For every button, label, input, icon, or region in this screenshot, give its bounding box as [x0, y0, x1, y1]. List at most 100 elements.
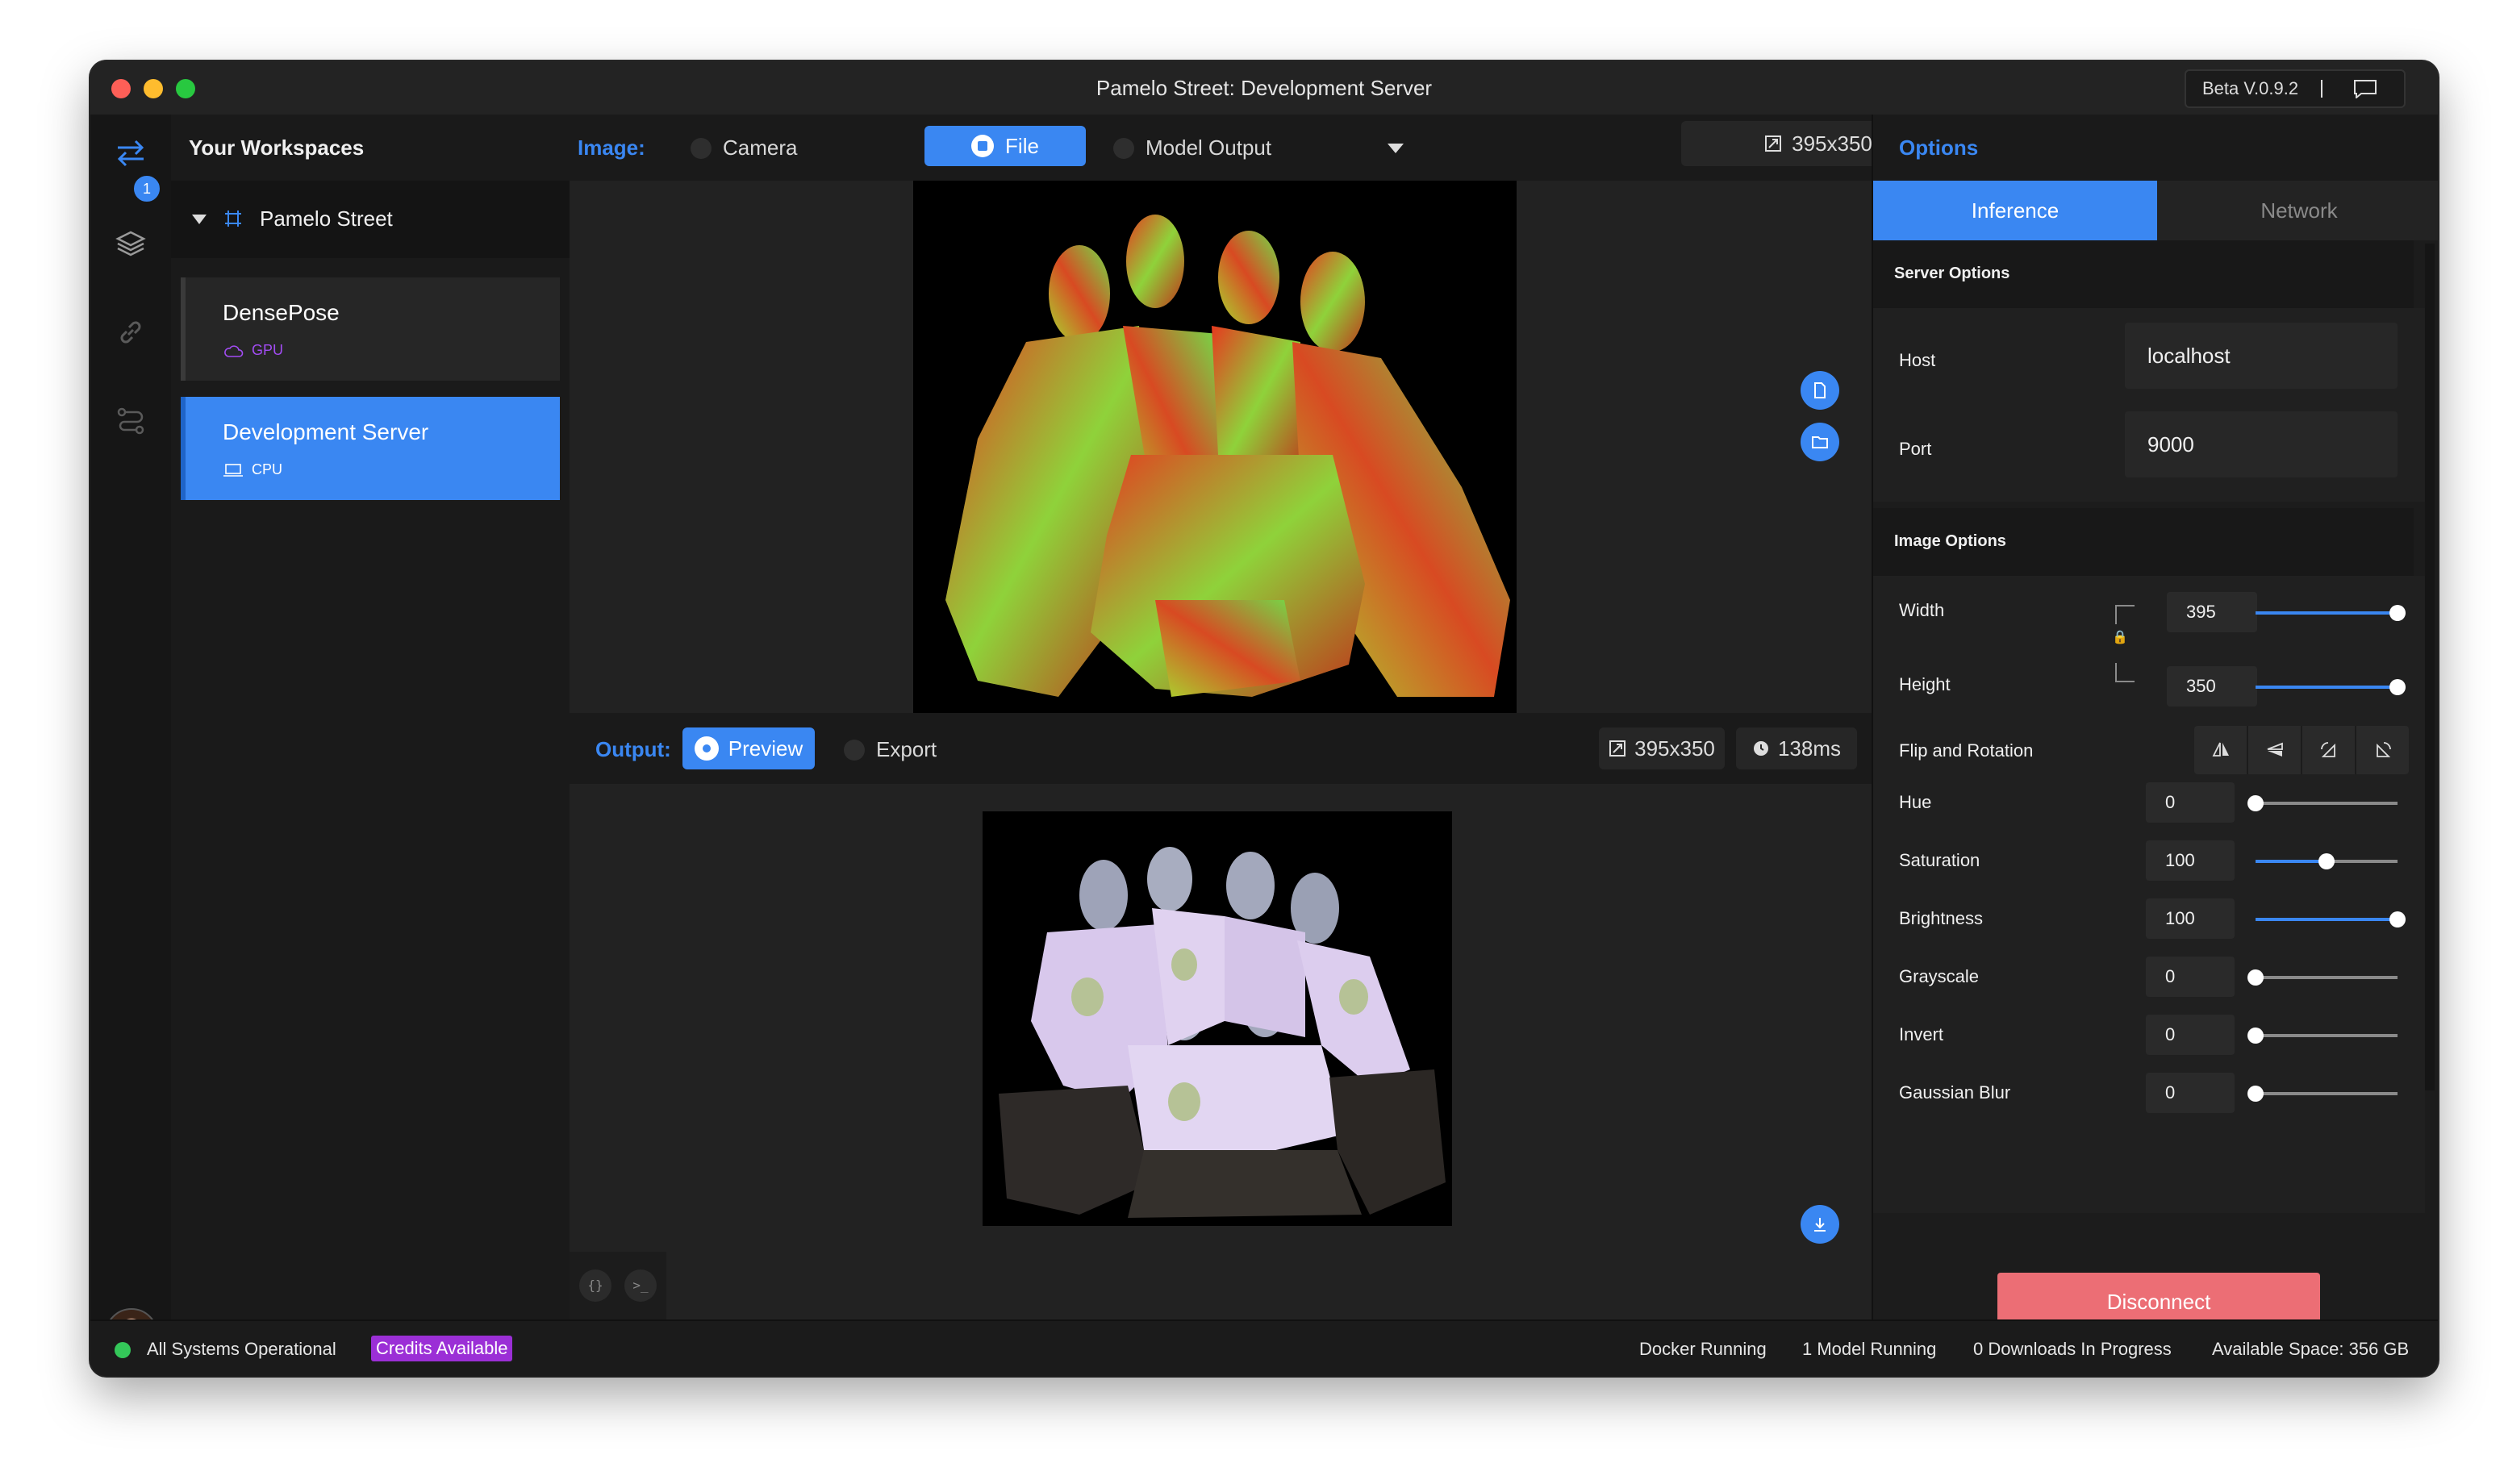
download-output-button[interactable]	[1801, 1205, 1839, 1244]
slider-knob[interactable]	[2318, 853, 2335, 869]
workspace-group[interactable]: Pamelo Street	[171, 181, 570, 258]
output-toolbar: Output: Preview Export 395x350 138ms	[570, 713, 1872, 784]
preview-button[interactable]: Preview	[682, 727, 815, 769]
workspace-item-development-server[interactable]: Development Server CPU	[181, 397, 560, 500]
width-link-bracket	[2115, 605, 2135, 624]
route-icon[interactable]	[115, 405, 147, 437]
slider-knob[interactable]	[2247, 1086, 2264, 1102]
options-header: Options	[1873, 115, 2438, 181]
version-label: Beta V.0.9.2	[2202, 78, 2299, 98]
hue-label: Hue	[1899, 792, 1932, 812]
slider-knob[interactable]	[2389, 679, 2406, 695]
host-input[interactable]: localhost	[2125, 323, 2398, 389]
camera-icon	[691, 137, 712, 159]
height-slider[interactable]	[2256, 679, 2406, 695]
flip-horizontal-icon	[2212, 742, 2229, 757]
image-label: Image:	[578, 135, 645, 160]
image-options-heading: Image Options	[1873, 508, 2414, 576]
height-link-bracket	[2115, 663, 2135, 682]
textured-figures-image	[999, 847, 1446, 1218]
rotate-left-button[interactable]	[2302, 726, 2356, 774]
flip-vertical-button[interactable]	[2248, 726, 2302, 774]
credits-badge[interactable]: Credits Available	[371, 1336, 513, 1361]
saturation-input[interactable]: 100	[2146, 840, 2235, 881]
flip-vertical-icon	[2267, 742, 2283, 757]
terminal-icon[interactable]: >_	[624, 1269, 657, 1302]
version-divider	[2321, 80, 2323, 98]
output-label: Output:	[595, 737, 671, 761]
hue-input[interactable]: 0	[2146, 782, 2235, 823]
latency-value: 138ms	[1777, 736, 1842, 761]
source-file-button[interactable]: File	[924, 126, 1086, 166]
width-input[interactable]: 395	[2167, 592, 2257, 632]
port-input[interactable]: 9000	[2125, 411, 2398, 477]
export-label: Export	[876, 737, 937, 761]
gaussian-blur-input[interactable]: 0	[2146, 1073, 2235, 1113]
slider-knob[interactable]	[2247, 795, 2264, 811]
docker-status: Docker Running	[1639, 1339, 1767, 1359]
available-space: Available Space: 356 GB	[2212, 1339, 2410, 1359]
slider-knob[interactable]	[2247, 1028, 2264, 1044]
output-size-value: 395x350	[1634, 736, 1715, 761]
hue-slider[interactable]	[2247, 795, 2398, 811]
open-file-button[interactable]	[1801, 371, 1839, 410]
folder-icon	[1812, 436, 1828, 448]
resize-icon	[1765, 135, 1782, 152]
grayscale-label: Grayscale	[1899, 966, 1980, 986]
rotate-left-icon	[2320, 742, 2335, 757]
input-size-value: 395x350	[1792, 131, 1872, 156]
server-options-heading: Server Options	[1873, 240, 2414, 308]
workspace-item-densepose[interactable]: DensePose GPU	[181, 277, 560, 381]
source-dropdown-chevron-icon[interactable]	[1388, 144, 1404, 153]
width-slider[interactable]	[2256, 605, 2406, 621]
grayscale-slider[interactable]	[2247, 969, 2398, 986]
preview-label: Preview	[728, 736, 803, 761]
workspaces-header: Your Workspaces	[171, 115, 570, 181]
gaussian-blur-slider[interactable]	[2247, 1086, 2398, 1102]
tab-network[interactable]: Network	[2157, 181, 2438, 240]
swap-arrows-icon[interactable]	[115, 137, 147, 169]
image-toolbar: Image: Camera File Model Output 395x350	[570, 115, 1955, 181]
app-window: Pamelo Street: Development Server Beta V…	[90, 61, 2438, 1376]
saturation-slider[interactable]	[2256, 853, 2398, 869]
tab-inference[interactable]: Inference	[1873, 181, 2157, 240]
rotate-right-icon	[2376, 742, 2391, 757]
link-icon[interactable]	[115, 316, 147, 348]
source-model-output[interactable]: Model Output	[1113, 135, 1271, 160]
brightness-input[interactable]: 100	[2146, 898, 2235, 939]
cloud-icon	[224, 344, 244, 357]
slider-knob[interactable]	[2389, 605, 2406, 621]
brightness-slider[interactable]	[2256, 911, 2406, 928]
layers-icon[interactable]	[115, 227, 147, 260]
aspect-lock-icon[interactable]: 🔒	[2112, 629, 2128, 645]
invert-slider[interactable]	[2247, 1028, 2398, 1044]
flip-rotation-label: Flip and Rotation	[1899, 740, 2034, 761]
rotate-right-button[interactable]	[2356, 726, 2409, 774]
invert-input[interactable]: 0	[2146, 1015, 2235, 1055]
slider-knob[interactable]	[2389, 911, 2406, 928]
workspace-item-device-label: CPU	[252, 461, 283, 477]
densepose-figures-image	[945, 215, 1510, 697]
system-status: All Systems Operational	[147, 1339, 336, 1359]
download-small-icon	[844, 739, 865, 761]
latency-readout: 138ms	[1736, 727, 1857, 769]
source-camera[interactable]: Camera	[691, 135, 797, 160]
app-rail: 1	[90, 115, 171, 1361]
code-braces-icon[interactable]: {}	[579, 1269, 611, 1302]
grayscale-input[interactable]: 0	[2146, 957, 2235, 997]
notification-badge: 1	[132, 174, 161, 203]
feedback-chat-icon[interactable]	[2353, 79, 2377, 98]
status-ok-indicator	[115, 1342, 131, 1358]
output-size-readout: 395x350	[1599, 727, 1725, 769]
workspace-group-label: Pamelo Street	[260, 206, 393, 231]
export-button[interactable]: Export	[844, 737, 937, 762]
chevron-down-icon[interactable]	[192, 215, 207, 224]
options-scrollbar[interactable]	[2425, 244, 2435, 1090]
laptop-icon	[223, 463, 243, 477]
slider-knob[interactable]	[2247, 969, 2264, 986]
version-box: Beta V.0.9.2	[2185, 69, 2406, 108]
model-status: 1 Model Running	[1802, 1339, 1937, 1359]
height-input[interactable]: 350	[2167, 666, 2257, 707]
flip-horizontal-button[interactable]	[2194, 726, 2248, 774]
open-folder-button[interactable]	[1801, 423, 1839, 461]
